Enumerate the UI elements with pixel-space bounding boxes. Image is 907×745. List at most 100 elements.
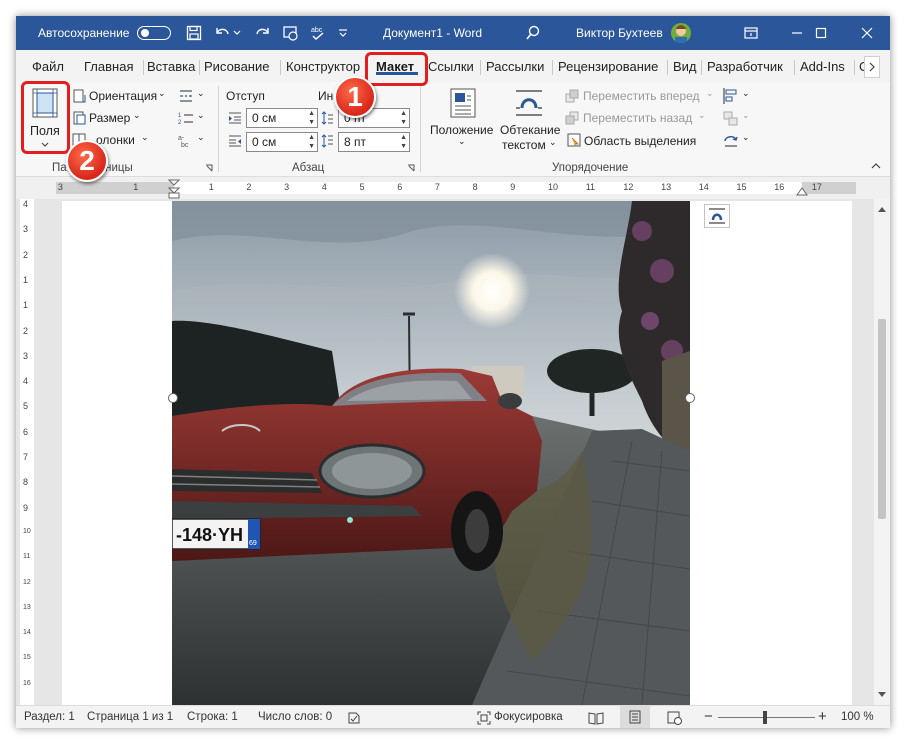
wrap-text-button[interactable]: Обтекание bbox=[500, 123, 560, 137]
status-page[interactable]: Страница 1 из 1 bbox=[87, 711, 173, 723]
tab-separator bbox=[199, 60, 200, 75]
status-line[interactable]: Строка: 1 bbox=[187, 711, 238, 723]
zoom-slider-thumb[interactable] bbox=[763, 711, 767, 724]
proofing-icon[interactable] bbox=[347, 711, 361, 725]
highlight-layout-tab bbox=[365, 52, 428, 86]
save-icon[interactable] bbox=[185, 24, 203, 42]
vruler-number: 14 bbox=[23, 629, 31, 637]
scroll-down-icon[interactable] bbox=[877, 691, 887, 699]
spin-arrows-icon[interactable]: ▲ ▼ bbox=[400, 109, 407, 127]
selected-image[interactable]: -148·YH 69 bbox=[172, 201, 690, 705]
web-layout-icon[interactable] bbox=[667, 711, 683, 725]
zoom-in-icon[interactable]: + bbox=[818, 708, 827, 725]
scrollbar-thumb[interactable] bbox=[878, 319, 886, 519]
right-indent-marker-icon[interactable] bbox=[796, 187, 808, 197]
ribbon-display-icon[interactable] bbox=[728, 16, 774, 50]
columns-button[interactable]: олонки bbox=[96, 133, 135, 147]
tab-view[interactable]: Вид bbox=[673, 59, 697, 74]
maximize-icon[interactable] bbox=[798, 16, 844, 50]
tab-developer[interactable]: Разработчик bbox=[707, 59, 783, 74]
ruler-number: 4 bbox=[321, 182, 327, 192]
touch-mode-icon[interactable] bbox=[282, 24, 300, 42]
svg-text:bc: bc bbox=[181, 142, 189, 148]
dialog-launcher-icon[interactable] bbox=[205, 164, 213, 172]
tab-separator bbox=[854, 60, 855, 75]
hyphenation-icon[interactable]: a-bc bbox=[178, 132, 194, 148]
status-word-count[interactable]: Число слов: 0 bbox=[258, 711, 332, 723]
breaks-icon[interactable] bbox=[178, 88, 194, 104]
spin-arrows-icon[interactable]: ▲ ▼ bbox=[308, 133, 315, 151]
tab-design[interactable]: Конструктор bbox=[286, 59, 360, 74]
customize-toolbar-icon[interactable] bbox=[334, 24, 352, 42]
resize-handle[interactable] bbox=[685, 393, 695, 403]
position-icon[interactable] bbox=[450, 88, 476, 118]
tab-file[interactable]: Файл bbox=[32, 59, 64, 74]
status-section[interactable]: Раздел: 1 bbox=[24, 711, 75, 723]
autosave-label: Автосохранение bbox=[38, 26, 130, 40]
chevron-down-icon: ⌄ bbox=[141, 132, 149, 142]
tab-addins[interactable]: Add-Ins bbox=[800, 59, 845, 74]
ruler-number: 14 bbox=[698, 182, 709, 192]
vruler-number: 2 bbox=[23, 325, 29, 336]
scroll-up-icon[interactable] bbox=[877, 205, 887, 213]
vruler-number: 1 bbox=[23, 300, 29, 311]
tab-draw[interactable]: Рисование bbox=[204, 59, 269, 74]
indent-right-input[interactable]: 0 см ▲ ▼ bbox=[246, 132, 318, 152]
align-icon[interactable] bbox=[722, 87, 740, 105]
vertical-scrollbar[interactable] bbox=[874, 199, 890, 705]
tab-mailings[interactable]: Рассылки bbox=[486, 59, 544, 74]
indent-right-value: 0 см bbox=[252, 135, 277, 149]
tab-home[interactable]: Главная bbox=[84, 59, 133, 74]
redo-icon[interactable] bbox=[254, 24, 272, 42]
horizontal-ruler[interactable]: 3 1 1 2 3 4 5 6 7 8 9 10 11 12 13 14 15 16 17 bbox=[16, 177, 890, 199]
vruler-number: 3 bbox=[23, 224, 29, 235]
search-icon[interactable] bbox=[524, 24, 542, 42]
bring-forward-button[interactable]: Переместить вперед bbox=[583, 89, 699, 103]
zoom-out-icon[interactable]: − bbox=[704, 708, 713, 725]
autosave-toggle[interactable] bbox=[137, 26, 171, 40]
car-photo-image[interactable]: -148·YH 69 bbox=[172, 201, 690, 705]
tab-insert[interactable]: Вставка bbox=[147, 59, 195, 74]
group-icon[interactable] bbox=[722, 110, 740, 128]
avatar[interactable] bbox=[671, 23, 691, 43]
spin-arrows-icon[interactable]: ▲ ▼ bbox=[400, 133, 407, 151]
size-button[interactable]: Размер bbox=[89, 111, 130, 125]
dialog-launcher-icon[interactable] bbox=[407, 164, 415, 172]
print-layout-button[interactable] bbox=[620, 706, 650, 728]
tab-separator bbox=[667, 60, 668, 75]
read-mode-icon[interactable] bbox=[588, 711, 604, 725]
orientation-button[interactable]: Ориентация bbox=[89, 89, 157, 103]
user-name[interactable]: Виктор Бухтеев bbox=[576, 26, 663, 40]
spelling-icon[interactable]: abc bbox=[310, 24, 328, 42]
undo-dropdown-icon[interactable] bbox=[232, 24, 242, 42]
send-backward-button[interactable]: Переместить назад bbox=[583, 111, 692, 125]
indent-left-input[interactable]: 0 см ▲ ▼ bbox=[246, 108, 318, 128]
line-numbers-icon[interactable]: 12 bbox=[178, 110, 194, 126]
wrap-text-icon[interactable] bbox=[514, 88, 544, 118]
position-button[interactable]: Положение bbox=[430, 123, 493, 137]
rotate-icon[interactable] bbox=[722, 132, 740, 150]
resize-handle[interactable] bbox=[168, 393, 178, 403]
selection-pane-button[interactable]: Область выделения bbox=[584, 134, 696, 148]
chevron-down-icon: ⌄ bbox=[549, 137, 557, 147]
zoom-level[interactable]: 100 % bbox=[841, 711, 874, 723]
ruler-number: 1 bbox=[133, 182, 139, 192]
tab-scroll-right-icon[interactable] bbox=[864, 56, 880, 78]
vertical-ruler[interactable]: 43211234567891011121314151617 bbox=[20, 199, 34, 712]
collapse-ribbon-icon[interactable] bbox=[871, 162, 881, 170]
close-icon[interactable] bbox=[844, 16, 890, 50]
send-backward-icon bbox=[565, 111, 579, 125]
spin-arrows-icon[interactable]: ▲ ▼ bbox=[308, 109, 315, 127]
tab-references[interactable]: Ссылки bbox=[428, 59, 474, 74]
chevron-down-icon: ⌄ bbox=[706, 88, 714, 98]
indent-marker-icon[interactable] bbox=[168, 179, 180, 199]
layout-options-button[interactable] bbox=[704, 204, 730, 228]
chevron-down-icon: ⌄ bbox=[133, 110, 141, 120]
document-page[interactable]: -148·YH 69 bbox=[62, 201, 852, 705]
undo-icon[interactable] bbox=[213, 24, 231, 42]
spacing-after-input[interactable]: 8 пт ▲ ▼ bbox=[338, 132, 410, 152]
bring-forward-icon bbox=[565, 89, 579, 103]
focus-icon bbox=[477, 711, 491, 725]
focus-button[interactable]: Фокусировка bbox=[494, 711, 563, 723]
tab-review[interactable]: Рецензирование bbox=[558, 59, 658, 74]
